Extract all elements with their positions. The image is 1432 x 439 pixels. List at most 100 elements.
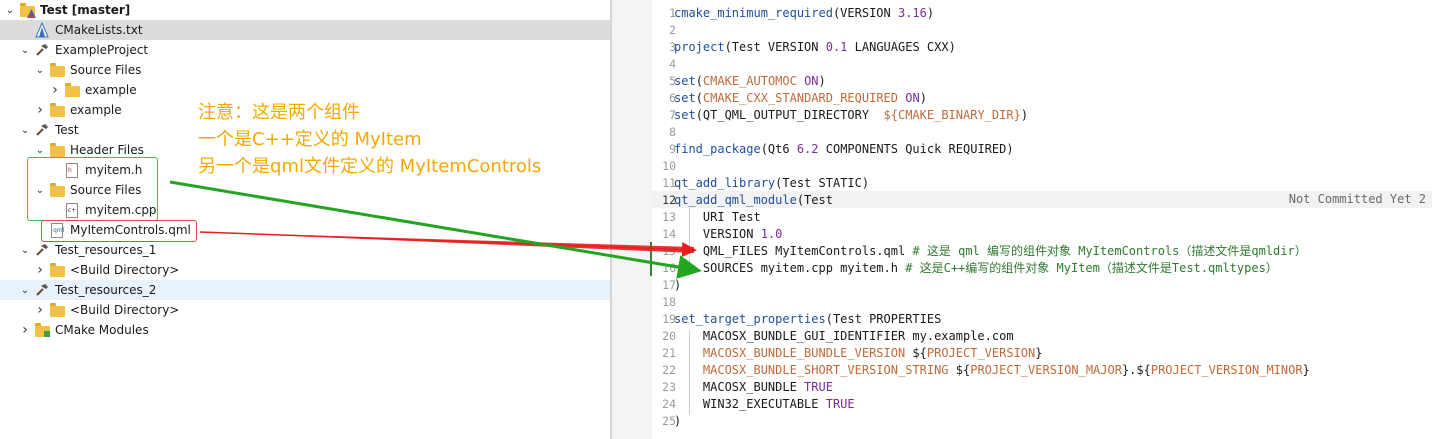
cmake-project-icon <box>19 2 36 18</box>
code-line[interactable]: set(CMAKE_CXX_STANDARD_REQUIRED ON) <box>674 90 927 107</box>
line-number: 5 <box>669 74 676 88</box>
line-number: 18 <box>662 295 676 309</box>
cmake-modules-icon <box>34 322 50 338</box>
line-number: 6 <box>669 91 676 105</box>
annotation-line-2: 一个是C++定义的 MyItem <box>198 129 422 150</box>
folder-icon <box>49 102 65 118</box>
tree-item[interactable]: › example <box>0 80 610 100</box>
line-number: 24 <box>662 397 676 411</box>
tree-item-label: example <box>70 103 122 117</box>
chevron-down-icon[interactable]: ⌄ <box>34 60 46 80</box>
chevron-down-icon[interactable]: ⌄ <box>19 40 31 60</box>
line-number: 1 <box>669 6 676 20</box>
cpp-files-highlight-box <box>27 157 158 221</box>
code-line[interactable]: project(Test VERSION 0.1 LANGUAGES CXX) <box>674 39 956 56</box>
code-line[interactable]: qt_add_library(Test STATIC) <box>674 175 869 192</box>
code-line[interactable]: cmake_minimum_required(VERSION 3.16) <box>674 5 934 22</box>
tree-item-label: Test_resources_2 <box>55 283 157 297</box>
tree-item[interactable]: CMakeLists.txt <box>0 20 610 40</box>
tree-item-label: CMake Modules <box>55 323 149 337</box>
line-number: 21 <box>662 346 676 360</box>
line-number: 15 <box>662 244 676 258</box>
line-number: 13 <box>662 210 676 224</box>
code-line[interactable]: MACOSX_BUNDLE_GUI_IDENTIFIER my.example.… <box>674 328 1014 345</box>
folder-icon <box>49 142 65 158</box>
code-line[interactable]: set_target_properties(Test PROPERTIES <box>674 311 941 328</box>
folder-icon <box>49 262 65 278</box>
annotation-line-1: 注意：这是两个组件 <box>198 102 360 123</box>
hammer-icon <box>34 42 50 58</box>
code-line[interactable]: URI Test <box>674 209 761 226</box>
line-number: 3 <box>669 40 676 54</box>
hammer-icon <box>34 122 50 138</box>
tree-item-label: Test <box>55 123 79 137</box>
tree-item[interactable]: ⌄ Source Files <box>0 60 610 80</box>
chevron-right-icon[interactable]: › <box>49 80 61 100</box>
tree-item[interactable]: ⌄ Test_resources_1 <box>0 240 610 260</box>
line-number: 7 <box>669 108 676 122</box>
tree-item-label: ExampleProject <box>55 43 149 57</box>
tree-item[interactable]: › <Build Directory> <box>0 300 610 320</box>
chevron-right-icon[interactable]: › <box>34 300 46 320</box>
code-line[interactable]: set(QT_QML_OUTPUT_DIRECTORY ${CMAKE_BINA… <box>674 107 1028 124</box>
chevron-right-icon[interactable]: › <box>19 320 31 340</box>
tree-item[interactable]: › <Build Directory> <box>0 260 610 280</box>
annotation-note: 注意：这是两个组件 一个是C++定义的 MyItem 另一个是qml文件定义的 … <box>198 99 541 180</box>
hammer-icon <box>34 282 50 298</box>
line-number: 16 <box>662 261 676 275</box>
tree-item-label: <Build Directory> <box>70 263 180 277</box>
change-marker <box>650 242 652 276</box>
chevron-down-icon[interactable]: ⌄ <box>19 240 31 260</box>
folder-icon <box>49 302 65 318</box>
line-number: 20 <box>662 329 676 343</box>
line-number: 8 <box>669 125 676 139</box>
code-line[interactable]: WIN32_EXECUTABLE TRUE <box>674 396 855 413</box>
tree-item-label: Source Files <box>70 63 142 77</box>
tree-item[interactable]: › CMake Modules <box>0 320 610 340</box>
tree-item-label: <Build Directory> <box>70 303 180 317</box>
line-number: 12 <box>662 193 676 207</box>
line-number: 10 <box>662 159 676 173</box>
chevron-down-icon[interactable]: ⌄ <box>19 280 31 300</box>
indent-guide <box>689 330 690 415</box>
line-number: 14 <box>662 227 676 241</box>
code-line[interactable]: ) <box>674 277 681 294</box>
line-number: 17 <box>662 278 676 292</box>
code-line[interactable]: set(CMAKE_AUTOMOC ON) <box>674 73 826 90</box>
tree-item[interactable]: ⌄ Test_resources_2 <box>0 280 610 300</box>
tree-item-label: Header Files <box>70 143 144 157</box>
code-line[interactable]: MACOSX_BUNDLE_BUNDLE_VERSION ${PROJECT_V… <box>674 345 1043 362</box>
qml-file-highlight-box <box>41 220 197 242</box>
line-number: 4 <box>669 57 676 71</box>
code-line[interactable]: qt_add_qml_module(Test <box>674 192 833 209</box>
code-line[interactable]: SOURCES myitem.cpp myitem.h # 这是C++编写的组件… <box>674 260 1278 277</box>
line-number: 2 <box>669 23 676 37</box>
code-line[interactable]: QML_FILES MyItemControls.qml # 这是 qml 编写… <box>674 243 1307 260</box>
indent-guide <box>689 208 690 276</box>
chevron-right-icon[interactable]: › <box>34 260 46 280</box>
code-line[interactable]: MACOSX_BUNDLE_SHORT_VERSION_STRING ${PRO… <box>674 362 1310 379</box>
line-number: 22 <box>662 363 676 377</box>
code-line[interactable]: find_package(Qt6 6.2 COMPONENTS Quick RE… <box>674 141 1014 158</box>
tree-item-label: Test_resources_1 <box>55 243 157 257</box>
tree-item-label: example <box>85 83 137 97</box>
tree-item[interactable]: ⌄ ExampleProject <box>0 40 610 60</box>
chevron-right-icon[interactable]: › <box>34 100 46 120</box>
chevron-down-icon[interactable]: ⌄ <box>19 120 31 140</box>
code-line[interactable]: ) <box>674 413 681 430</box>
code-line[interactable]: VERSION 1.0 <box>674 226 783 243</box>
cmake-file-icon <box>34 22 50 38</box>
line-number: 9 <box>669 142 676 156</box>
folder-icon <box>64 82 80 98</box>
tree-item-label: Test [master] <box>40 3 131 17</box>
annotation-line-3: 另一个是qml文件定义的 MyItemControls <box>198 156 542 177</box>
tree-item[interactable]: ⌄ Test [master] <box>0 0 610 20</box>
line-number: 19 <box>662 312 676 326</box>
hammer-icon <box>34 242 50 258</box>
code-line[interactable]: MACOSX_BUNDLE TRUE <box>674 379 833 396</box>
folder-icon <box>49 62 65 78</box>
chevron-down-icon[interactable]: ⌄ <box>4 0 16 20</box>
git-blame-annotation: Not Committed Yet 2 <box>1288 192 1426 206</box>
line-number: 23 <box>662 380 676 394</box>
